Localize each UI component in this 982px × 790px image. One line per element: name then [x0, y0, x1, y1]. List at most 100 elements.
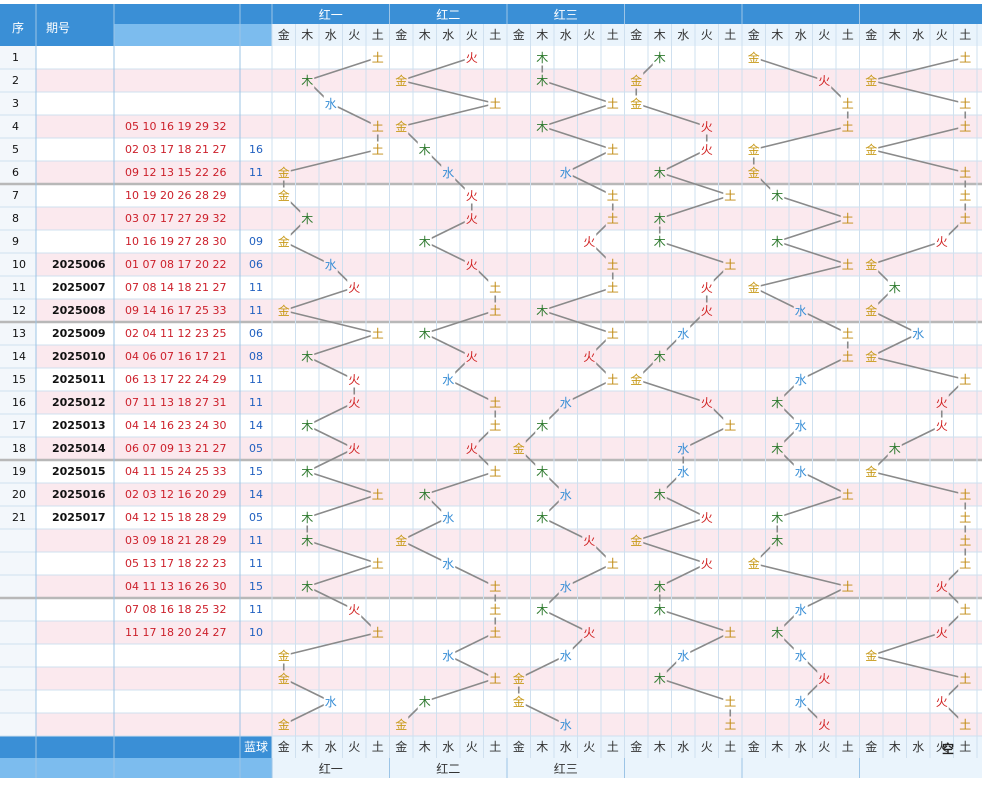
trend-marker: 土: [489, 304, 501, 318]
row-period: 2025011: [52, 373, 106, 386]
trend-marker: 土: [959, 511, 971, 525]
trend-marker: 火: [936, 580, 948, 594]
row-period: 2025013: [52, 419, 106, 432]
row-blue-number: 15: [249, 465, 263, 478]
seq-cell: [0, 598, 36, 621]
trend-marker: 土: [607, 281, 619, 295]
row-seq: 18: [12, 442, 26, 455]
trend-marker: 土: [607, 373, 619, 387]
trend-marker: 火: [348, 442, 360, 456]
trend-marker: 火: [936, 626, 948, 640]
row-blue-number: 11: [249, 534, 263, 547]
row-blue-number: 06: [249, 258, 263, 271]
trend-marker: 木: [654, 235, 666, 249]
footer-element: 火: [466, 740, 478, 754]
element-header: 土: [724, 28, 736, 42]
row-red-numbers: 04 06 07 16 17 21: [125, 350, 226, 363]
footer-element: 土: [372, 740, 384, 754]
row-red-numbers: 01 07 08 17 20 22: [125, 258, 226, 271]
element-header: 土: [607, 28, 619, 42]
trend-marker: 火: [466, 442, 478, 456]
footer-group-band: [272, 758, 982, 778]
table-row: [0, 690, 982, 713]
trend-marker: 金: [748, 165, 760, 180]
row-seq: 17: [12, 419, 26, 432]
footer-element: 金: [865, 739, 877, 754]
trend-marker: 水: [442, 557, 454, 571]
corner-mark: 空: [942, 741, 954, 756]
trend-marker: 金: [865, 648, 877, 663]
trend-marker: 土: [489, 419, 501, 433]
element-header: 金: [395, 27, 407, 42]
trend-marker: 土: [724, 189, 736, 203]
trend-marker: 水: [795, 695, 807, 709]
trend-marker: 木: [301, 212, 313, 226]
row-blue-number: 11: [249, 373, 263, 386]
trend-marker: 土: [489, 396, 501, 410]
trend-marker: 土: [372, 557, 384, 571]
footer-element: 火: [818, 740, 830, 754]
row-red-numbers: 06 13 17 22 24 29: [125, 373, 226, 386]
trend-marker: 木: [536, 51, 548, 65]
seq-cell: [0, 667, 36, 690]
trend-marker: 木: [419, 143, 431, 157]
row-red-numbers: 10 16 19 27 28 30: [125, 235, 226, 248]
element-header: 木: [536, 28, 548, 42]
row-red-numbers: 03 09 18 21 28 29: [125, 534, 226, 547]
trend-marker: 木: [654, 580, 666, 594]
footer-element: 金: [513, 739, 525, 754]
table-row: [0, 644, 982, 667]
element-header: 火: [818, 28, 830, 42]
footer-element: 土: [607, 740, 619, 754]
trend-marker: 土: [959, 672, 971, 686]
group-header-2: 红二: [436, 7, 460, 22]
element-header: 土: [372, 28, 384, 42]
element-header: 金: [513, 27, 525, 42]
trend-marker: 木: [536, 74, 548, 88]
trend-marker: 火: [701, 304, 713, 318]
row-seq: 11: [12, 281, 26, 294]
trend-marker: 水: [560, 166, 572, 180]
footer-group-2: 红二: [436, 761, 460, 776]
row-period: 2025017: [52, 511, 106, 524]
group-header-1: 红一: [319, 7, 343, 22]
trend-marker: 水: [677, 327, 689, 341]
trend-marker: 水: [442, 649, 454, 663]
trend-marker: 土: [607, 327, 619, 341]
trend-marker: 金: [278, 648, 290, 663]
trend-marker: 木: [771, 189, 783, 203]
row-red-numbers: 02 03 17 18 21 27: [125, 143, 226, 156]
trend-marker: 金: [513, 441, 525, 456]
footer-element: 水: [912, 740, 924, 754]
trend-marker: 水: [560, 718, 572, 732]
trend-marker: 金: [513, 694, 525, 709]
trend-marker: 木: [301, 465, 313, 479]
trend-marker: 水: [795, 603, 807, 617]
row-period: 2025008: [52, 304, 106, 317]
trend-marker: 水: [560, 580, 572, 594]
element-header: 火: [583, 28, 595, 42]
trend-marker: 火: [936, 396, 948, 410]
footer-element: 木: [419, 740, 431, 754]
trend-marker: 金: [865, 73, 877, 88]
trend-marker: 火: [466, 51, 478, 65]
trend-marker: 木: [301, 534, 313, 548]
trend-marker: 土: [607, 143, 619, 157]
trend-marker: 金: [513, 671, 525, 686]
row-seq: 2: [12, 74, 19, 87]
trend-marker: 水: [442, 511, 454, 525]
trend-marker: 木: [536, 419, 548, 433]
row-period: 2025012: [52, 396, 106, 409]
row-red-numbers: 07 08 14 18 21 27: [125, 281, 226, 294]
trend-marker: 土: [724, 718, 736, 732]
row-period: 2025007: [52, 281, 106, 294]
row-blue-number: 05: [249, 511, 263, 524]
element-header: 火: [466, 28, 478, 42]
footer-element: 水: [677, 740, 689, 754]
trend-marker: 土: [959, 557, 971, 571]
row-red-numbers: 02 04 11 12 23 25: [125, 327, 226, 340]
row-red-numbers: 04 11 13 16 26 30: [125, 580, 226, 593]
footer-element: 水: [325, 740, 337, 754]
trend-marker: 金: [395, 533, 407, 548]
trend-marker: 土: [607, 97, 619, 111]
